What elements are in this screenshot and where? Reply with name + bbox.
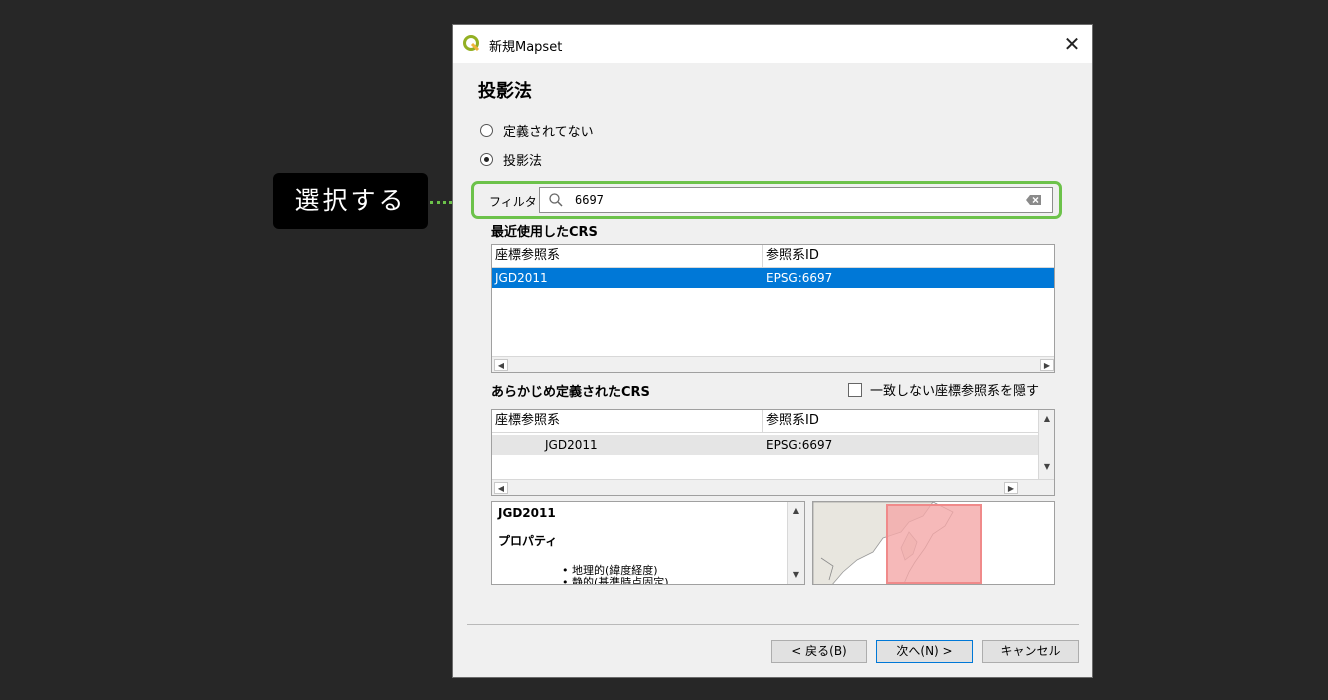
world-map-image — [813, 502, 1054, 584]
window-title: 新規Mapset — [489, 40, 563, 55]
scroll-up-icon[interactable]: ▲ — [789, 504, 803, 518]
new-mapset-dialog: 新規Mapset ✕ 投影法 定義されてない 投影法 フィルタ 6697 最近使… — [452, 24, 1093, 678]
horizontal-scrollbar[interactable]: ◀ ▶ — [492, 479, 1054, 495]
row-id: EPSG:6697 — [766, 271, 833, 285]
column-header-crs[interactable]: 座標参照系 — [492, 410, 763, 432]
radio-button-checked[interactable] — [480, 152, 493, 166]
column-header-crs[interactable]: 座標参照系 — [492, 245, 763, 267]
radio-button[interactable] — [480, 123, 493, 137]
recent-crs-title: 最近使用したCRS — [491, 225, 598, 240]
close-icon[interactable]: ✕ — [1058, 31, 1086, 57]
properties-heading: プロパティ — [498, 534, 558, 548]
checkbox-label: 一致しない座標参照系を隠す — [870, 384, 1040, 399]
page-heading: 投影法 — [478, 81, 532, 102]
column-header-id[interactable]: 参照系ID — [763, 410, 1039, 432]
row-id: EPSG:6697 — [766, 438, 833, 452]
filter-highlight-box — [471, 181, 1062, 219]
qgis-logo-icon — [463, 35, 480, 52]
table-header: 座標参照系 参照系ID — [492, 245, 1054, 268]
row-crs: JGD2011 — [545, 438, 598, 452]
predefined-crs-table: 座標参照系 参照系ID JGD2011 EPSG:6697 ▲ ▼ ◀ ▶ — [491, 409, 1055, 496]
scroll-down-icon[interactable]: ▼ — [789, 568, 803, 582]
scroll-right-icon[interactable]: ▶ — [1004, 482, 1018, 494]
scroll-up-icon[interactable]: ▲ — [1040, 412, 1054, 426]
checkbox[interactable] — [848, 382, 862, 397]
radio-label: 投影法 — [503, 153, 543, 169]
button-separator — [467, 624, 1079, 625]
crs-name: JGD2011 — [498, 506, 556, 520]
next-button[interactable]: 次へ(N) > — [876, 640, 973, 663]
scroll-right-icon[interactable]: ▶ — [1040, 359, 1054, 371]
table-row[interactable]: JGD2011 EPSG:6697 — [492, 435, 1039, 455]
horizontal-scrollbar[interactable]: ◀ ▶ — [492, 356, 1054, 372]
radio-undefined[interactable]: 定義されてない — [480, 120, 594, 140]
extent-rectangle — [886, 504, 982, 584]
scroll-left-icon[interactable]: ◀ — [494, 482, 508, 494]
column-header-id[interactable]: 参照系ID — [763, 245, 1054, 267]
property-item: • 静的(基準時点固定) — [562, 576, 669, 585]
radio-label: 定義されてない — [503, 124, 594, 140]
scroll-left-icon[interactable]: ◀ — [494, 359, 508, 371]
hide-mismatch-checkbox[interactable]: 一致しない座標参照系を隠す — [848, 380, 1039, 399]
table-row-selected[interactable]: JGD2011 EPSG:6697 — [492, 268, 1054, 288]
scroll-down-icon[interactable]: ▼ — [1040, 460, 1054, 474]
crs-details-panel: JGD2011 プロパティ • 地理的(緯度経度) • 静的(基準時点固定) ▲… — [491, 501, 805, 585]
annotation-callout: 選択する — [273, 173, 428, 229]
title-bar: 新規Mapset ✕ — [453, 25, 1092, 63]
vertical-scrollbar[interactable]: ▲ ▼ — [1038, 410, 1054, 480]
row-crs: JGD2011 — [495, 271, 548, 285]
table-header: 座標参照系 参照系ID — [492, 410, 1039, 433]
vertical-scrollbar[interactable]: ▲ ▼ — [787, 502, 804, 584]
predefined-crs-title: あらかじめ定義されたCRS — [491, 385, 650, 400]
cancel-button[interactable]: キャンセル — [982, 640, 1079, 663]
recent-crs-table: 座標参照系 参照系ID JGD2011 EPSG:6697 ◀ ▶ — [491, 244, 1055, 373]
back-button[interactable]: < 戻る(B) — [771, 640, 867, 663]
crs-extent-map — [812, 501, 1055, 585]
radio-projection[interactable]: 投影法 — [480, 149, 542, 169]
